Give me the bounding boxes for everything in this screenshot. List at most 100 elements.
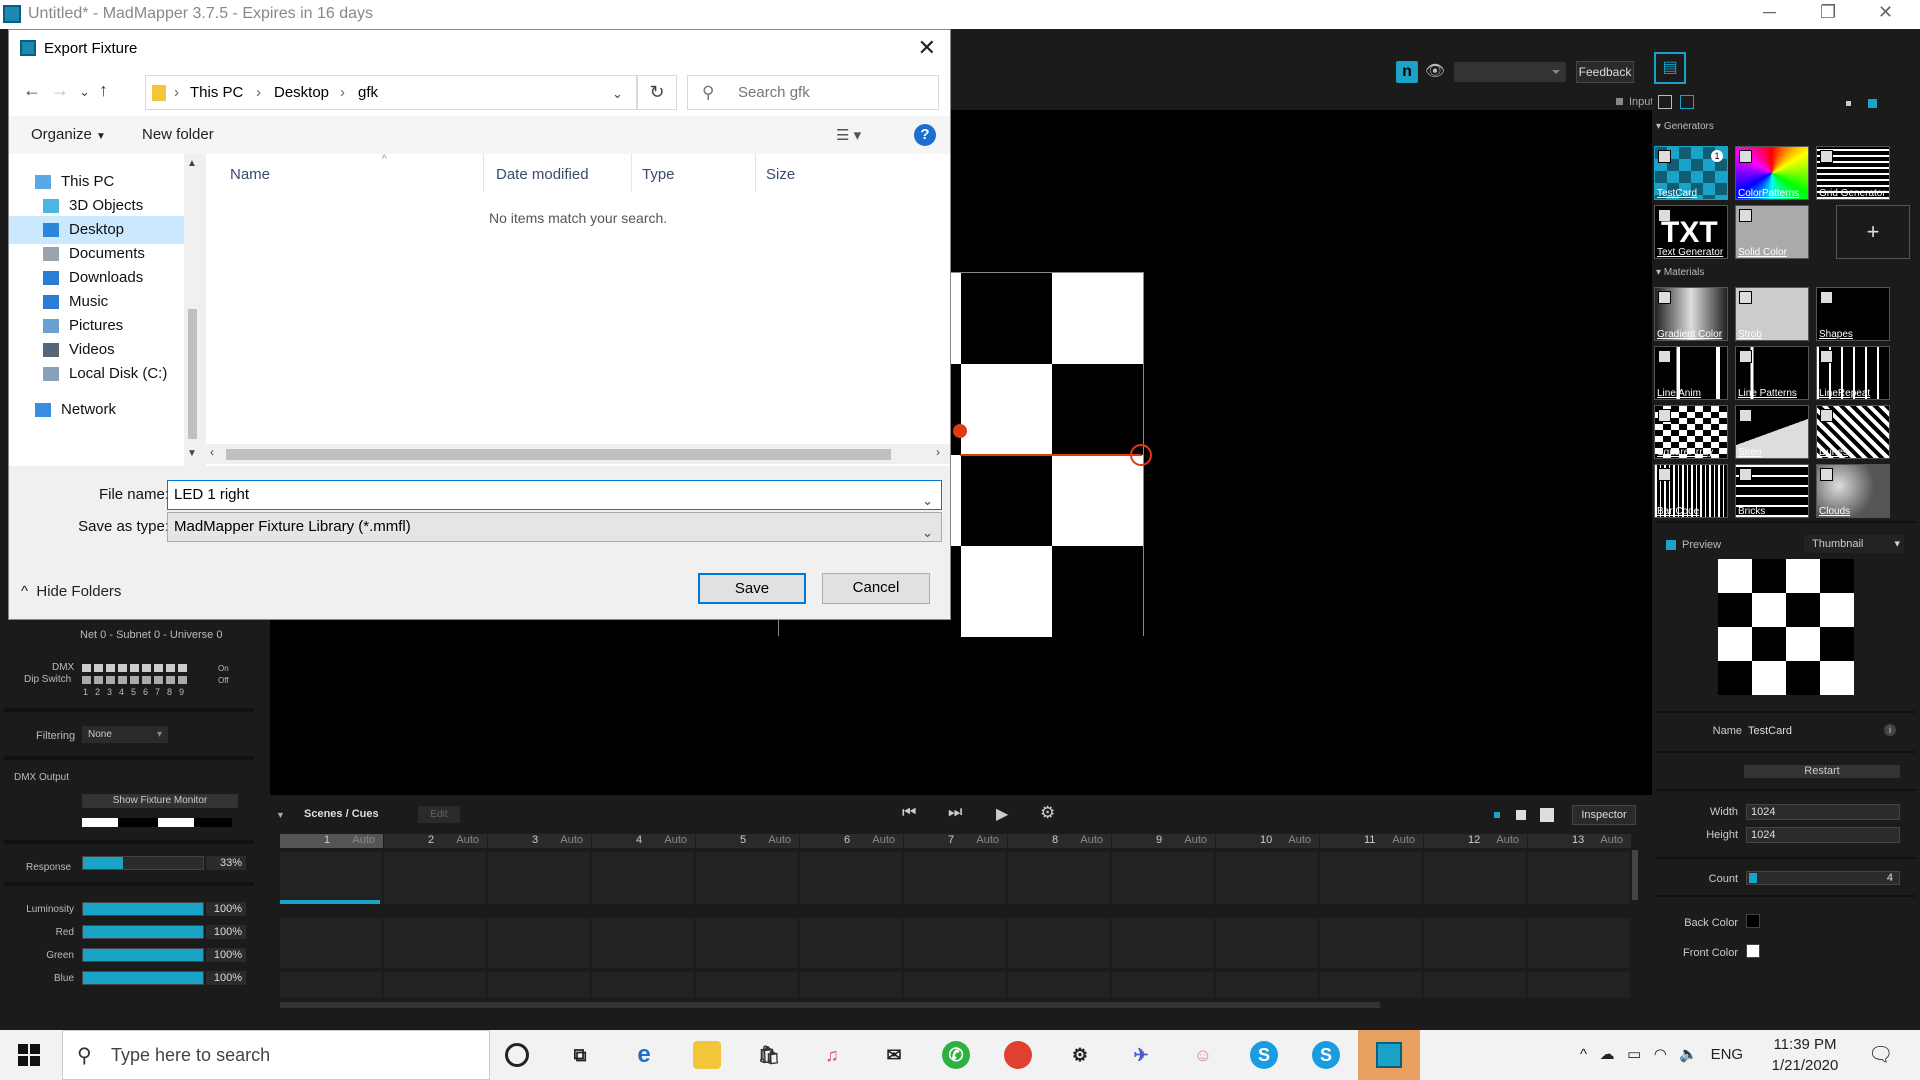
dip-switch-toggle[interactable] bbox=[142, 664, 151, 672]
cue-column[interactable]: 11 Auto bbox=[1320, 834, 1423, 848]
cue-cell[interactable] bbox=[800, 852, 903, 904]
inspector-button[interactable]: Inspector bbox=[1572, 805, 1636, 825]
save-button[interactable]: Save bbox=[698, 573, 806, 604]
up-arrow-icon[interactable]: ↑ bbox=[99, 80, 108, 101]
library-tile[interactable]: Line Patterns bbox=[1735, 346, 1809, 400]
cue-cell[interactable] bbox=[488, 918, 591, 968]
dip-switch-toggle[interactable] bbox=[154, 664, 163, 672]
cue-cell[interactable] bbox=[904, 918, 1007, 968]
tile-toggle-icon[interactable] bbox=[1658, 409, 1671, 422]
cue-cell[interactable] bbox=[1320, 852, 1423, 904]
cue-cell[interactable] bbox=[488, 852, 591, 904]
dip-switch-toggle[interactable] bbox=[166, 664, 175, 672]
whatsapp-icon[interactable]: ✆ bbox=[942, 1041, 970, 1069]
clock[interactable]: 11:39 PM 1/21/2020 bbox=[1760, 1034, 1850, 1076]
new-folder-button[interactable]: New folder bbox=[142, 126, 214, 143]
itunes-icon[interactable]: ♫ bbox=[818, 1041, 846, 1069]
scenes-scrollbar[interactable] bbox=[1632, 850, 1638, 900]
app-face-icon[interactable]: ☺ bbox=[1189, 1041, 1217, 1069]
color-slider[interactable] bbox=[82, 971, 204, 985]
tile-toggle-icon[interactable] bbox=[1820, 409, 1833, 422]
height-field[interactable]: 1024 bbox=[1746, 827, 1900, 843]
address-bar[interactable]: › This PC › Desktop › gfk ⌄ bbox=[145, 75, 637, 110]
restart-button[interactable]: Restart bbox=[1744, 765, 1900, 778]
small-view-icon[interactable] bbox=[1494, 812, 1500, 818]
library-tile[interactable]: Gradient Color bbox=[1654, 287, 1728, 341]
view-options-icon[interactable]: ☰ ▾ bbox=[836, 126, 861, 144]
tree-item[interactable]: Network bbox=[9, 396, 184, 424]
cue-column[interactable]: 13 Auto bbox=[1528, 834, 1631, 848]
eye-icon[interactable]: 👁 bbox=[1424, 61, 1446, 83]
app-bird-icon[interactable]: ✈ bbox=[1127, 1041, 1155, 1069]
cue-cell[interactable] bbox=[800, 972, 903, 998]
tile-toggle-icon[interactable] bbox=[1739, 409, 1752, 422]
search-input[interactable]: ⚲ Search gfk bbox=[687, 75, 939, 110]
filtering-select[interactable]: None ▾ bbox=[82, 726, 168, 743]
library-tile[interactable]: TestCard 1 bbox=[1654, 146, 1728, 200]
cue-cell[interactable] bbox=[1424, 918, 1527, 968]
document-icon[interactable]: ▤ bbox=[1654, 52, 1686, 84]
cue-cell[interactable] bbox=[1216, 918, 1319, 968]
cue-column[interactable]: 4 Auto bbox=[592, 834, 695, 848]
store-icon[interactable]: 🛍 bbox=[755, 1041, 783, 1069]
dip-switch-toggle[interactable] bbox=[166, 676, 175, 684]
tree-item[interactable]: Local Disk (C:) bbox=[9, 360, 184, 388]
tile-toggle-icon[interactable] bbox=[1739, 291, 1752, 304]
cue-cell[interactable] bbox=[1424, 972, 1527, 998]
cancel-button[interactable]: Cancel bbox=[822, 573, 930, 604]
add-generator-button[interactable]: + bbox=[1836, 205, 1910, 259]
list-icon[interactable] bbox=[1658, 95, 1672, 109]
column-type[interactable]: Type bbox=[642, 166, 675, 183]
dip-switch-toggle[interactable] bbox=[94, 664, 103, 672]
notification-icon[interactable]: 🗨 bbox=[1868, 1042, 1893, 1067]
refresh-icon[interactable]: ↻ bbox=[637, 75, 677, 110]
library-tile[interactable]: Shapes bbox=[1816, 287, 1890, 341]
feedback-button[interactable]: Feedback bbox=[1576, 61, 1634, 83]
onedrive-icon[interactable]: ☁ bbox=[1600, 1046, 1615, 1063]
language-indicator[interactable]: ENG bbox=[1711, 1046, 1744, 1063]
cue-column[interactable]: 9 Auto bbox=[1112, 834, 1215, 848]
fixture-start-handle[interactable] bbox=[953, 424, 967, 438]
cue-cell[interactable] bbox=[1216, 852, 1319, 904]
restore-icon[interactable]: ❐ bbox=[1820, 2, 1836, 23]
edge-icon[interactable]: e bbox=[630, 1041, 658, 1069]
cue-cell[interactable] bbox=[1528, 972, 1631, 998]
cue-column[interactable]: 3 Auto bbox=[488, 834, 591, 848]
tile-toggle-icon[interactable] bbox=[1658, 150, 1671, 163]
tile-toggle-icon[interactable] bbox=[1658, 350, 1671, 363]
cue-cell[interactable] bbox=[800, 918, 903, 968]
dip-switch-toggle[interactable] bbox=[130, 676, 139, 684]
cue-cell[interactable] bbox=[488, 972, 591, 998]
dip-switch-toggle[interactable] bbox=[94, 676, 103, 684]
skype-business-icon[interactable]: S bbox=[1312, 1041, 1340, 1069]
column-size[interactable]: Size bbox=[766, 166, 795, 183]
tile-toggle-icon[interactable] bbox=[1820, 150, 1833, 163]
library-tile[interactable]: SquareArray bbox=[1654, 405, 1728, 459]
chevron-down-icon[interactable]: ⌄ bbox=[922, 487, 933, 515]
column-date-modified[interactable]: Date modified bbox=[496, 166, 589, 183]
dip-switch-toggle[interactable] bbox=[142, 676, 151, 684]
cue-cell[interactable] bbox=[384, 852, 487, 904]
dip-switch-toggle[interactable] bbox=[82, 676, 91, 684]
cue-cell[interactable] bbox=[1320, 972, 1423, 998]
small-thumb-icon[interactable] bbox=[1846, 101, 1851, 106]
cue-column[interactable]: 7 Auto bbox=[904, 834, 1007, 848]
cue-column[interactable]: 8 Auto bbox=[1008, 834, 1111, 848]
fixture-line[interactable] bbox=[960, 454, 1142, 456]
color-slider[interactable] bbox=[82, 948, 204, 962]
cue-cell[interactable] bbox=[280, 972, 383, 998]
tray-chevron-icon[interactable]: ^ bbox=[1580, 1046, 1587, 1063]
tile-toggle-icon[interactable] bbox=[1820, 350, 1833, 363]
file-name-input[interactable]: LED 1 right ⌄ bbox=[167, 480, 942, 510]
cue-cell[interactable] bbox=[696, 852, 799, 904]
dip-switch-toggle[interactable] bbox=[118, 664, 127, 672]
cue-cell[interactable] bbox=[904, 972, 1007, 998]
taskbar-search-box[interactable]: ⚲ Type here to search bbox=[62, 1030, 490, 1080]
mail-icon[interactable]: ✉ bbox=[880, 1041, 908, 1069]
cue-cell[interactable] bbox=[592, 972, 695, 998]
cue-cell[interactable] bbox=[1008, 852, 1111, 904]
windows-start-icon[interactable] bbox=[18, 1044, 40, 1066]
back-color-swatch[interactable] bbox=[1746, 914, 1760, 928]
column-name[interactable]: Name bbox=[230, 166, 270, 183]
tile-toggle-icon[interactable] bbox=[1658, 291, 1671, 304]
